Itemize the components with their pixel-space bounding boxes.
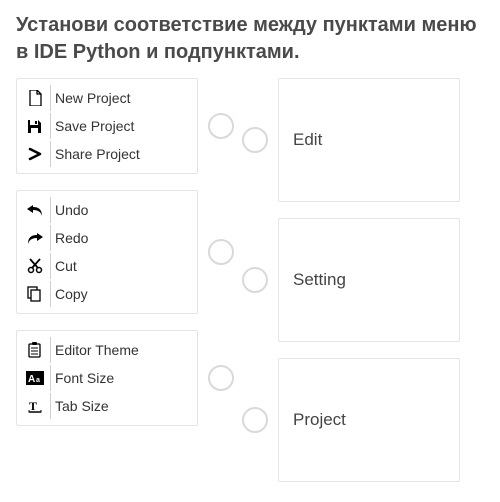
menu-item-label: Font Size (55, 370, 114, 386)
menu-item: T Tab Size (23, 393, 189, 419)
right-card-3[interactable]: Project (278, 358, 460, 482)
menu-item: Share Project (23, 141, 189, 167)
menu-item-label: Copy (55, 286, 88, 302)
menu-item-label: Redo (55, 230, 88, 246)
right-radio-3[interactable] (242, 407, 268, 433)
share-icon (23, 141, 51, 167)
left-card-1[interactable]: New Project Save Project Share Project (16, 78, 198, 174)
left-card-wrap-3: Editor Theme Aa Font Size T Tab Size (16, 330, 234, 426)
menu-item-label: Save Project (55, 118, 134, 134)
left-radio-3[interactable] (208, 365, 234, 391)
save-icon (23, 113, 51, 139)
menu-item: Cut (23, 253, 189, 279)
left-card-wrap-1: New Project Save Project Share Project (16, 78, 234, 174)
matching-area: New Project Save Project Share Project (16, 78, 484, 482)
left-card-3[interactable]: Editor Theme Aa Font Size T Tab Size (16, 330, 198, 426)
menu-item: Editor Theme (23, 337, 189, 363)
left-radio-2[interactable] (208, 239, 234, 265)
menu-item-label: Cut (55, 258, 77, 274)
right-card-wrap-1: Edit (242, 78, 460, 202)
menu-item-label: Editor Theme (55, 342, 139, 358)
question-title: Установи соответствие между пунктами мен… (16, 12, 484, 66)
right-radio-2[interactable] (242, 267, 268, 293)
menu-item: Aa Font Size (23, 365, 189, 391)
left-card-wrap-2: Undo Redo Cut (16, 190, 234, 314)
menu-item-label: New Project (55, 90, 130, 106)
redo-icon (23, 225, 51, 251)
tabsize-icon: T (23, 393, 51, 419)
menu-item-label: Tab Size (55, 398, 109, 414)
svg-text:a: a (36, 377, 40, 384)
file-icon (23, 85, 51, 111)
cut-icon (23, 253, 51, 279)
menu-item: Copy (23, 281, 189, 307)
menu-item: Undo (23, 197, 189, 223)
right-card-wrap-2: Setting (242, 218, 460, 342)
left-card-2[interactable]: Undo Redo Cut (16, 190, 198, 314)
right-card-1[interactable]: Edit (278, 78, 460, 202)
right-card-wrap-3: Project (242, 358, 460, 482)
clipboard-icon (23, 337, 51, 363)
right-radio-1[interactable] (242, 127, 268, 153)
menu-item: Redo (23, 225, 189, 251)
right-card-label: Setting (293, 270, 346, 290)
left-column: New Project Save Project Share Project (16, 78, 234, 482)
copy-icon (23, 281, 51, 307)
right-card-label: Project (293, 410, 346, 430)
menu-item-label: Undo (55, 202, 88, 218)
svg-text:T: T (29, 399, 37, 413)
left-radio-1[interactable] (208, 113, 234, 139)
menu-item-label: Share Project (55, 146, 140, 162)
svg-text:A: A (28, 374, 35, 385)
right-column: Edit Setting Project (242, 78, 460, 482)
right-card-label: Edit (293, 130, 322, 150)
menu-item: New Project (23, 85, 189, 111)
menu-item: Save Project (23, 113, 189, 139)
right-card-2[interactable]: Setting (278, 218, 460, 342)
fontsize-icon: Aa (23, 365, 51, 391)
undo-icon (23, 197, 51, 223)
